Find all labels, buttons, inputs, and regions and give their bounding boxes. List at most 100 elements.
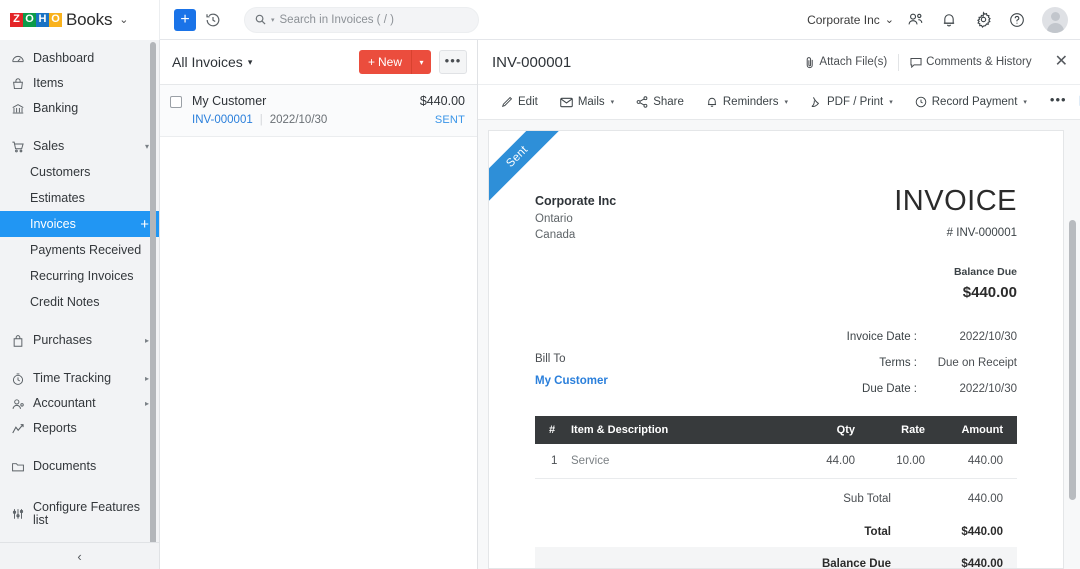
invoice-heading: INVOICE [894,186,1017,216]
sidebar-item-purchases[interactable]: Purchases ▸ [0,328,159,353]
row-right: $440.00 SENT [420,94,465,127]
product-name-books: Books [66,10,112,30]
chevron-down-icon: ▾ [419,58,423,67]
sidebar-item-customers[interactable]: Customers [0,159,159,185]
mails-button[interactable]: Mails ▾ [549,91,625,113]
referral-users-icon[interactable] [902,7,928,33]
close-icon[interactable]: ✕ [1043,54,1068,70]
pdf-print-button[interactable]: PDF / Print ▾ [799,91,904,113]
invoice-totals: Sub Total 440.00 Total $440.00 Balance D… [535,479,1017,569]
help-question-icon[interactable] [1004,7,1030,33]
sidebar-item-reports[interactable]: Reports [0,416,159,441]
meta-value: Due on Receipt [917,357,1017,369]
search-input[interactable]: ▾ Search in Invoices ( / ) [244,7,479,33]
search-scope-caret-icon[interactable]: ▾ [271,16,275,24]
quick-create-plus-icon[interactable]: + [174,9,196,31]
total-row-total: Total $440.00 [535,517,1017,547]
sidebar-item-items[interactable]: Items [0,71,159,96]
sidebar-item-sales[interactable]: Sales ▾ [0,134,159,159]
sidebar-item-recurring-invoices[interactable]: Recurring Invoices [0,263,159,289]
sidebar-item-estimates[interactable]: Estimates [0,185,159,211]
invoice-top-section: Corporate Inc Ontario Canada INVOICE # I… [535,186,1017,301]
comments-history-button[interactable]: Comments & History [898,54,1042,71]
topbar-right-actions: Corporate Inc ⌄ [807,7,1080,33]
invoice-filter-dropdown[interactable]: All Invoices ▾ [172,54,252,70]
invoice-from-address: Corporate Inc Ontario Canada [535,186,616,301]
toolbar-more-button[interactable]: ••• [1038,92,1079,112]
sidebar-item-accountant[interactable]: Accountant ▸ [0,391,159,416]
share-button[interactable]: Share [625,91,695,113]
zoho-books-logo[interactable]: Z O H O Books ⌄ [10,11,128,29]
sidebar-collapse-button[interactable]: ‹ [0,542,159,569]
invoice-list-pane: All Invoices ▾ + New ▾ ••• [160,40,478,569]
cell-number: 1 [535,444,563,479]
total-label: Total [707,526,917,538]
invoice-list-more-button[interactable]: ••• [439,50,467,74]
row-checkbox[interactable] [170,96,182,108]
logo-letter-z: Z [10,13,23,27]
invoice-preview-scrollbar[interactable] [1069,220,1076,500]
sidebar-item-dashboard[interactable]: Dashboard [0,46,159,71]
row-invoice-number[interactable]: INV-000001 [192,114,253,126]
row-date: 2022/10/30 [270,114,328,126]
ellipsis-icon: ••• [445,53,462,68]
invoice-heading-block: INVOICE # INV-000001 Balance Due $440.00 [894,186,1017,301]
user-avatar[interactable] [1042,7,1068,33]
sidebar-item-credit-notes[interactable]: Credit Notes [0,289,159,315]
invoice-list-header: All Invoices ▾ + New ▾ ••• [160,40,477,85]
add-invoice-plus-icon[interactable]: + [140,217,149,232]
toolbar-label: Reminders [723,96,779,108]
pdf-print-icon [810,96,822,108]
attach-files-button[interactable]: Attach File(s) [794,54,898,71]
line-items-head: # Item & Description Qty Rate Amount [535,416,1017,444]
sidebar-item-invoices[interactable]: Invoices + [0,211,159,237]
plus-icon: + [368,55,375,69]
total-value: 440.00 [917,493,1017,505]
table-header-row: # Item & Description Qty Rate Amount [535,416,1017,444]
row-amount: $440.00 [420,94,465,108]
sidebar-item-time-tracking[interactable]: Time Tracking ▸ [0,366,159,391]
cell-amount: 440.00 [939,444,1017,479]
recent-history-icon[interactable] [200,7,226,33]
sidebar-divider-gap [0,315,159,328]
status-badge: SENT [420,114,465,126]
edit-button[interactable]: Edit [490,91,549,113]
new-invoice-button[interactable]: + New [359,50,411,74]
invoice-detail-header: INV-000001 Attach File(s) Comments & His… [478,40,1080,85]
invoice-preview-scroll: Sent Corporate Inc Ontario Canada INVOIC… [478,120,1080,569]
record-payment-icon [915,96,927,108]
invoice-filter-label: All Invoices [172,54,243,70]
bell-reminder-icon [706,96,718,108]
sidebar-item-documents[interactable]: Documents [0,454,159,479]
attach-files-label: Attach File(s) [819,54,887,71]
line-items-body: 1 Service 44.00 10.00 440.00 [535,444,1017,479]
app-body: Dashboard Items [0,40,1080,569]
search-icon [255,14,266,25]
sidebar-item-configure-features[interactable]: Configure Features list [0,501,159,526]
meta-value: 2022/10/30 [917,383,1017,395]
paperclip-icon [805,56,815,69]
logo-letter-h: H [36,13,49,27]
row-separator: | [260,114,263,126]
sidebar-divider-gap [0,479,159,501]
sidebar-scrollbar[interactable] [150,42,156,542]
sidebar-divider-gap [0,353,159,366]
chevron-down-icon: ▾ [889,98,893,106]
new-invoice-dropdown-caret[interactable]: ▾ [411,50,431,74]
table-row[interactable]: My Customer INV-000001 | 2022/10/30 $440… [160,85,477,137]
col-amount: Amount [939,416,1017,444]
record-payment-button[interactable]: Record Payment ▾ [904,91,1038,113]
col-description: Item & Description [563,416,799,444]
col-qty: Qty [799,416,869,444]
cell-qty: 44.00 [799,444,869,479]
dashboard-icon [10,51,25,66]
notifications-bell-icon[interactable] [936,7,962,33]
reminders-button[interactable]: Reminders ▾ [695,91,799,113]
chevron-down-icon[interactable]: ⌄ [119,13,128,26]
organization-switcher[interactable]: Corporate Inc ⌄ [807,13,894,27]
sidebar-item-banking[interactable]: Banking [0,96,159,121]
total-label: Balance Due [707,558,917,569]
sidebar-item-payments-received[interactable]: Payments Received [0,237,159,263]
cell-rate: 10.00 [869,444,939,479]
settings-gear-icon[interactable] [970,7,996,33]
